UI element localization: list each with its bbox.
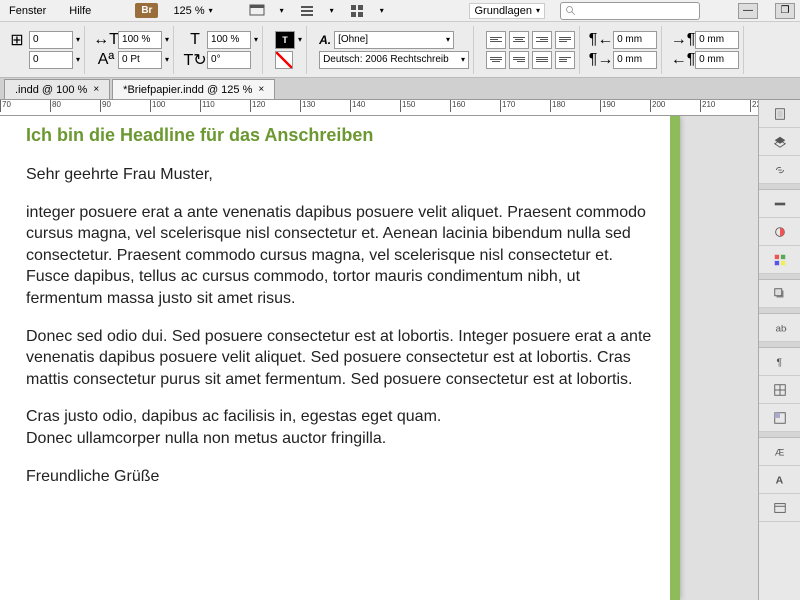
close-icon[interactable]: ×	[93, 84, 99, 95]
close-icon[interactable]: ×	[258, 84, 264, 95]
align-center-btn[interactable]	[509, 31, 529, 49]
restore-button[interactable]: ❐	[775, 3, 795, 19]
page[interactable]: Ich bin die Headline für das Anschreiben…	[0, 116, 680, 600]
align-left-btn[interactable]	[486, 31, 506, 49]
control-toolbar: ⊞0▾ 0▾ ↔T100 %▾ Aª0 Pt▾ T100 %▾ T↻0° T▾ …	[0, 22, 800, 78]
align-away-btn[interactable]	[555, 51, 575, 69]
panel-color-icon[interactable]	[759, 218, 800, 246]
paragraph-1: integer posuere erat a ante venenatis da…	[26, 202, 654, 310]
page-edge	[670, 116, 680, 600]
margin3-field[interactable]: 0 mm	[695, 31, 739, 49]
zoom-level[interactable]: 125 %▾	[173, 5, 212, 17]
y-field[interactable]: 0	[29, 51, 73, 69]
panel-table-icon[interactable]	[759, 376, 800, 404]
tab-0[interactable]: .indd @ 100 %×	[4, 79, 110, 99]
indent-last-icon: ←¶	[674, 51, 692, 69]
minimize-button[interactable]: —	[738, 3, 758, 19]
fill-text-btn[interactable]: T	[275, 31, 295, 49]
rotation-icon: T↻	[186, 51, 204, 69]
salutation: Sehr geehrte Frau Muster,	[26, 164, 654, 186]
tab-1[interactable]: *Briefpapier.indd @ 125 %×	[112, 79, 275, 99]
svg-text:Æ: Æ	[774, 447, 784, 458]
view-options-icon[interactable]	[299, 3, 315, 19]
swatch-none-icon[interactable]	[275, 51, 293, 69]
panel-table-styles-icon[interactable]	[759, 494, 800, 522]
align-justify-all-btn[interactable]	[532, 51, 552, 69]
svg-text:¶: ¶	[776, 356, 782, 368]
scale-x-field[interactable]: 100 %	[118, 31, 162, 49]
ref-point-icon[interactable]: ⊞	[8, 31, 26, 49]
indent-right-icon: →¶	[674, 31, 692, 49]
scale2-field[interactable]: 100 %	[207, 31, 251, 49]
align-justify-left-btn[interactable]	[555, 31, 575, 49]
char-style-icon: A.	[319, 33, 331, 47]
panel-links-icon[interactable]	[759, 156, 800, 184]
menubar: Fenster Hilfe Br 125 %▾ ▾ ▾ ▾ Grundlagen…	[0, 0, 800, 22]
indent-left-icon: ¶←	[592, 31, 610, 49]
paragraph-3: Cras justo odio, dapibus ac facilisis in…	[26, 406, 654, 449]
workspace-switcher[interactable]: Grundlagen▾	[469, 3, 545, 19]
align-justify-center-btn[interactable]	[486, 51, 506, 69]
scale-y-icon: T	[186, 31, 204, 49]
horizontal-ruler[interactable]: 7080901001101201301401501601701801902002…	[0, 100, 800, 116]
language-select[interactable]: Deutsch: 2006 Rechtschreib▾	[319, 51, 469, 69]
paragraph-2: Donec sed odio dui. Sed posuere consecte…	[26, 326, 654, 391]
menu-fenster[interactable]: Fenster	[5, 3, 50, 19]
align-right-btn[interactable]	[532, 31, 552, 49]
kerning-field[interactable]: 0 Pt	[118, 51, 162, 69]
headline[interactable]: Ich bin die Headline für das Anschreiben	[26, 125, 654, 146]
workspace: Ich bin die Headline für das Anschreiben…	[0, 116, 758, 600]
panel-stroke-icon[interactable]	[759, 190, 800, 218]
svg-text:A: A	[775, 474, 783, 486]
body-text[interactable]: Sehr geehrte Frau Muster, integer posuer…	[26, 164, 654, 487]
x-field[interactable]: 0	[29, 31, 73, 49]
panel-glyphs-icon[interactable]: Æ	[759, 438, 800, 466]
menu-hilfe[interactable]: Hilfe	[65, 3, 95, 19]
panel-character-icon[interactable]: abc	[759, 314, 800, 342]
char-style-select[interactable]: [Ohne]▾	[334, 31, 454, 49]
text-frame[interactable]: Ich bin die Headline für das Anschreiben…	[22, 121, 658, 507]
panel-cell-icon[interactable]	[759, 404, 800, 432]
panel-type-icon[interactable]: A	[759, 466, 800, 494]
search-icon	[565, 5, 577, 17]
bridge-icon[interactable]: Br	[135, 3, 158, 18]
svg-text:abc: abc	[775, 323, 786, 334]
panel-effects-icon[interactable]	[759, 280, 800, 308]
panel-pages-icon[interactable]	[759, 100, 800, 128]
panel-layers-icon[interactable]	[759, 128, 800, 156]
indent-first-icon: ¶→	[592, 51, 610, 69]
document-tabs: .indd @ 100 %× *Briefpapier.indd @ 125 %…	[0, 78, 800, 100]
panel-dock: abc ¶ Æ A	[758, 100, 800, 600]
panel-paragraph-icon[interactable]: ¶	[759, 348, 800, 376]
closing: Freundliche Grüße	[26, 466, 654, 488]
scale-x-icon: ↔T	[97, 31, 115, 49]
rotation-field[interactable]: 0°	[207, 51, 251, 69]
margin4-field[interactable]: 0 mm	[695, 51, 739, 69]
kerning-icon: Aª	[97, 51, 115, 69]
align-justify-right-btn[interactable]	[509, 51, 529, 69]
screen-mode-icon[interactable]	[249, 3, 265, 19]
search-input[interactable]	[560, 2, 700, 20]
panel-swatches-icon[interactable]	[759, 246, 800, 274]
margin1-field[interactable]: 0 mm	[613, 31, 657, 49]
margin2-field[interactable]: 0 mm	[613, 51, 657, 69]
arrange-icon[interactable]	[349, 3, 365, 19]
